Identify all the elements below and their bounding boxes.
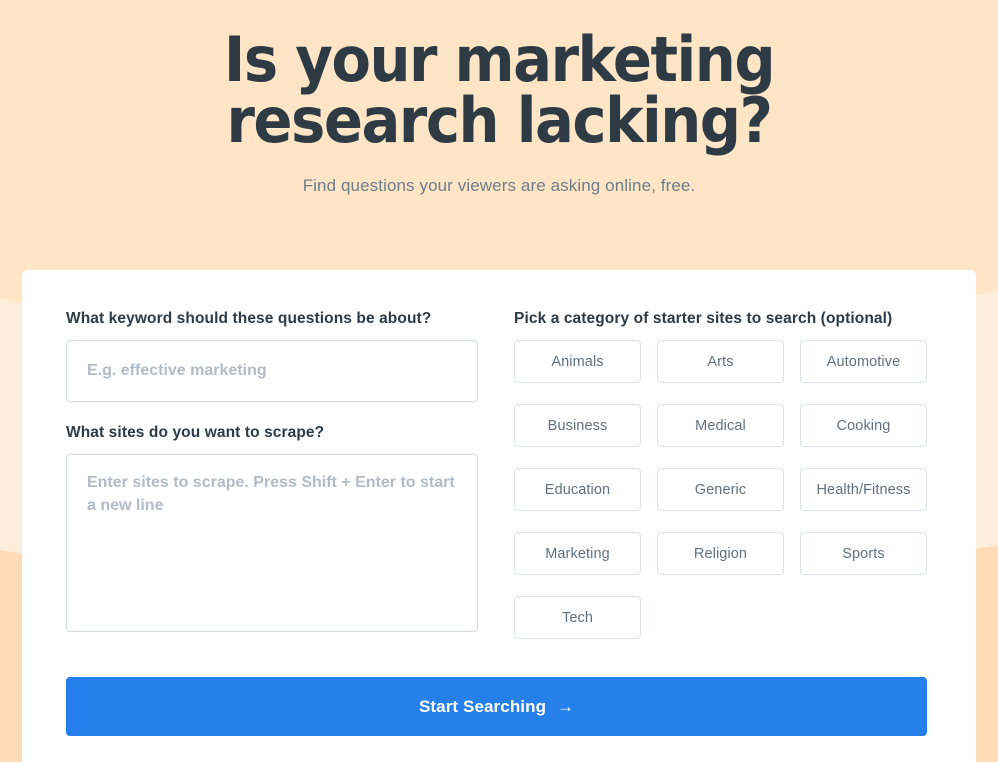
page-title-line-2: research lacking?: [226, 83, 773, 157]
keyword-field-label: What keyword should these questions be a…: [66, 310, 432, 327]
category-button-marketing[interactable]: Marketing: [514, 532, 641, 575]
category-button-sports[interactable]: Sports: [800, 532, 927, 575]
category-button-education[interactable]: Education: [514, 468, 641, 511]
form-left-column: What keyword should these questions be a…: [66, 310, 478, 639]
start-searching-label: Start Searching: [418, 696, 547, 716]
page-title: Is your marketing research lacking?: [35, 23, 963, 157]
hero-section: Is your marketing research lacking? Find…: [0, 0, 998, 196]
category-button-religion[interactable]: Religion: [657, 532, 784, 575]
category-button-health-fitness[interactable]: Health/Fitness: [800, 468, 927, 511]
sites-field-label: What sites do you want to scrape?: [66, 424, 325, 441]
category-button-cooking[interactable]: Cooking: [800, 404, 927, 447]
keyword-input[interactable]: [66, 340, 478, 402]
category-button-tech[interactable]: Tech: [514, 596, 641, 639]
arrow-right-icon: →: [556, 696, 575, 716]
category-button-medical[interactable]: Medical: [657, 404, 784, 447]
categories-label: Pick a category of starter sites to sear…: [514, 310, 893, 327]
category-grid: Animals Arts Automotive Business Medical…: [514, 340, 932, 639]
page-subtitle: Find questions your viewers are asking o…: [302, 175, 696, 195]
category-button-animals[interactable]: Animals: [514, 340, 641, 383]
category-button-arts[interactable]: Arts: [657, 340, 784, 383]
start-searching-button[interactable]: Start Searching →: [66, 677, 927, 736]
category-button-business[interactable]: Business: [514, 404, 641, 447]
page-title-line-1: Is your marketing: [223, 23, 776, 96]
category-button-automotive[interactable]: Automotive: [800, 340, 927, 383]
form-columns: What keyword should these questions be a…: [66, 310, 932, 639]
form-right-column: Pick a category of starter sites to sear…: [514, 310, 932, 639]
category-button-generic[interactable]: Generic: [657, 468, 784, 511]
sites-textarea[interactable]: [66, 454, 478, 632]
